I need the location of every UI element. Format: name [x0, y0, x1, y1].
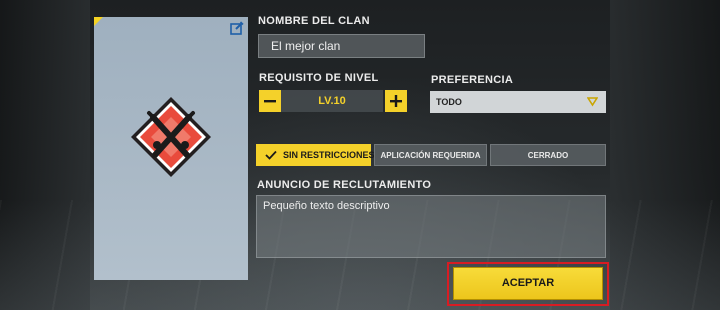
- announcement-label: ANUNCIO DE RECLUTAMIENTO: [257, 179, 432, 191]
- level-increase-button[interactable]: [385, 90, 407, 112]
- option-closed[interactable]: CERRADO: [490, 144, 606, 166]
- option-no-restrictions-label: SIN RESTRICCIONES: [283, 150, 375, 160]
- chevron-down-icon: [587, 97, 598, 107]
- option-closed-label: CERRADO: [527, 151, 569, 160]
- accept-button[interactable]: ACEPTAR: [453, 267, 603, 300]
- plus-icon: [390, 95, 402, 107]
- edit-icon[interactable]: [230, 21, 244, 35]
- clan-name-label: NOMBRE DEL CLAN: [258, 15, 370, 27]
- minus-icon: [264, 100, 276, 103]
- crossed-knives-emblem-icon: [129, 95, 213, 179]
- card-corner-marker: [94, 17, 103, 26]
- clan-emblem-card[interactable]: [94, 17, 248, 280]
- clan-name-input[interactable]: El mejor clan: [258, 34, 425, 58]
- option-no-restrictions[interactable]: SIN RESTRICCIONES: [256, 144, 375, 166]
- preference-label: PREFERENCIA: [431, 74, 514, 86]
- check-icon: [265, 150, 277, 160]
- preference-selected-value: TODO: [436, 97, 462, 107]
- level-value: LV.10: [281, 90, 383, 112]
- option-application-required-label: APLICACIÓN REQUERIDA: [380, 151, 481, 160]
- level-decrease-button[interactable]: [259, 90, 281, 112]
- announcement-textarea[interactable]: Pequeño texto descriptivo: [256, 195, 606, 258]
- preference-dropdown[interactable]: TODO: [430, 91, 606, 113]
- option-application-required[interactable]: APLICACIÓN REQUERIDA: [374, 144, 487, 166]
- level-requirement-label: REQUISITO DE NIVEL: [259, 72, 379, 84]
